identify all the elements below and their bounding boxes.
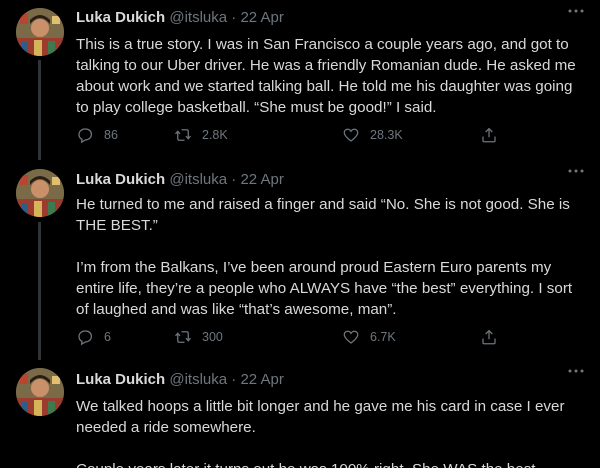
heart-icon (343, 128, 359, 142)
author-handle[interactable]: @itsluka (169, 9, 227, 26)
tweet-header: Luka Dukich @itsluka · 22 Apr (76, 370, 560, 390)
tweet-1[interactable]: Luka Dukich @itsluka · 22 Apr This is a … (0, 0, 600, 160)
tweet-2[interactable]: Luka Dukich @itsluka · 22 Apr He turned … (0, 160, 600, 360)
retweet-button[interactable]: 2.8K (174, 125, 228, 145)
tweet-text: We talked hoops a little bit longer and … (76, 396, 582, 468)
more-options-icon[interactable] (564, 6, 588, 26)
avatar[interactable] (16, 169, 64, 217)
thread-connector-line (38, 222, 41, 360)
tweet-actions: 6 300 6.7K (76, 327, 526, 347)
avatar-image-icon (16, 169, 64, 217)
reply-count: 6 (104, 330, 111, 344)
author-handle[interactable]: @itsluka (169, 171, 227, 188)
reply-icon (78, 128, 93, 144)
tweet-paragraph: I’m from the Balkans, I’ve been around p… (76, 259, 573, 318)
retweet-count: 300 (202, 330, 223, 344)
avatar-image-icon (16, 8, 64, 56)
more-options-icon[interactable] (564, 366, 588, 386)
tweet-3[interactable]: Luka Dukich @itsluka · 22 Apr We talked … (0, 360, 600, 468)
separator-dot: · (231, 9, 237, 26)
tweet-paragraph: He turned to me and raised a finger and … (76, 196, 570, 234)
like-count: 28.3K (370, 128, 403, 142)
author-handle[interactable]: @itsluka (169, 371, 227, 388)
avatar-image-icon (16, 368, 64, 416)
tweet-text: This is a true story. I was in San Franc… (76, 34, 582, 118)
author-name[interactable]: Luka Dukich (76, 171, 165, 188)
separator-dot: · (231, 371, 237, 388)
avatar[interactable] (16, 8, 64, 56)
retweet-icon (175, 331, 191, 343)
tweet-paragraph: This is a true story. I was in San Franc… (76, 36, 576, 116)
retweet-icon (175, 129, 191, 141)
separator-dot: · (231, 171, 237, 188)
retweet-count: 2.8K (202, 128, 228, 142)
tweet-header: Luka Dukich @itsluka · 22 Apr (76, 8, 560, 28)
like-button[interactable]: 28.3K (342, 125, 403, 145)
retweet-button[interactable]: 300 (174, 327, 223, 347)
reply-button[interactable]: 86 (76, 125, 118, 145)
author-name[interactable]: Luka Dukich (76, 371, 165, 388)
share-icon (482, 127, 496, 143)
tweet-date[interactable]: 22 Apr (240, 171, 283, 188)
avatar[interactable] (16, 368, 64, 416)
tweet-thread: Luka Dukich @itsluka · 22 Apr This is a … (0, 0, 600, 468)
like-button[interactable]: 6.7K (342, 327, 396, 347)
tweet-date[interactable]: 22 Apr (240, 371, 283, 388)
reply-icon (78, 330, 93, 346)
share-icon (482, 329, 496, 345)
share-button[interactable] (480, 125, 498, 145)
tweet-text: He turned to me and raised a finger and … (76, 194, 582, 320)
thread-connector-line (38, 60, 41, 160)
share-button[interactable] (480, 327, 498, 347)
tweet-actions: 86 2.8K 28.3K (76, 125, 526, 145)
more-options-icon[interactable] (564, 166, 588, 186)
reply-count: 86 (104, 128, 118, 142)
author-name[interactable]: Luka Dukich (76, 9, 165, 26)
tweet-paragraph: Couple years later it turns out he was 1… (76, 459, 582, 468)
heart-icon (343, 330, 359, 344)
tweet-date[interactable]: 22 Apr (240, 9, 283, 26)
reply-button[interactable]: 6 (76, 327, 111, 347)
tweet-header: Luka Dukich @itsluka · 22 Apr (76, 170, 560, 190)
tweet-paragraph: We talked hoops a little bit longer and … (76, 398, 565, 436)
like-count: 6.7K (370, 330, 396, 344)
